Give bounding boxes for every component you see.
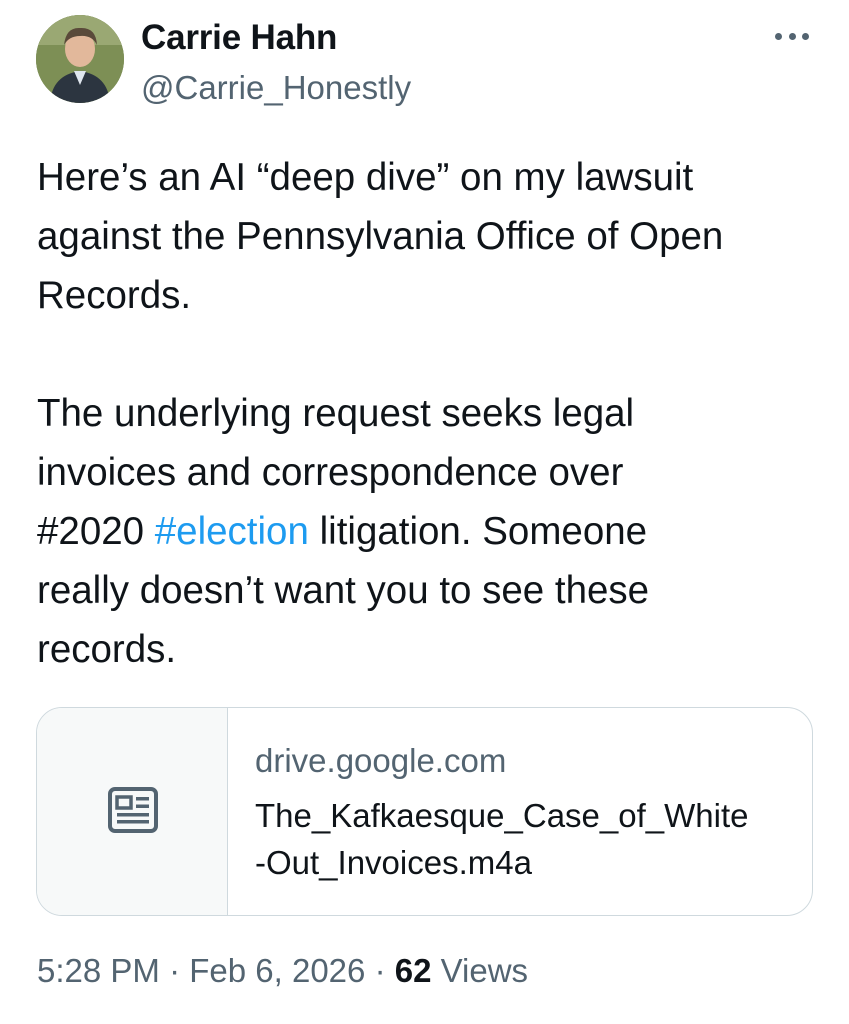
- tweet-line: against the Pennsylvania Office of Open: [37, 215, 724, 258]
- link-card[interactable]: drive.google.com The_Kafkaesque_Case_of_…: [36, 707, 813, 916]
- tweet-text: Here’s an AI “deep dive” on my lawsuit a…: [37, 148, 822, 679]
- tweet-line-text: litigation. Someone: [319, 510, 648, 553]
- article-icon: [108, 787, 158, 833]
- hashtag-election-link[interactable]: #election: [155, 510, 309, 553]
- link-card-thumbnail: [37, 708, 228, 915]
- tweet-line: invoices and correspondence over: [37, 451, 624, 494]
- display-name[interactable]: Carrie Hahn: [141, 18, 337, 58]
- avatar[interactable]: [36, 15, 124, 103]
- tweet-line: #2020 #election litigation. Someone: [37, 502, 822, 561]
- link-card-title-line: -Out_Invoices.m4a: [255, 844, 532, 881]
- tweet-meta: 5:28 PM · Feb 6, 2026 · 62 Views: [37, 952, 528, 990]
- views-label: Views: [440, 952, 529, 989]
- profile-photo-icon: [36, 15, 124, 103]
- tweet: Carrie Hahn @Carrie_Honestly Here’s an A…: [0, 0, 849, 1024]
- tweet-line: Here’s an AI “deep dive” on my lawsuit: [37, 156, 694, 199]
- link-card-title: The_Kafkaesque_Case_of_White -Out_Invoic…: [255, 792, 795, 886]
- tweet-time[interactable]: 5:28 PM: [37, 952, 160, 989]
- tweet-line: really doesn’t want you to see these: [37, 569, 650, 612]
- hashtag-2020: #2020: [37, 510, 145, 553]
- separator-dot: ·: [169, 952, 181, 989]
- link-card-title-line: The_Kafkaesque_Case_of_White: [255, 797, 749, 834]
- separator-dot: ·: [374, 952, 386, 989]
- link-card-domain: drive.google.com: [255, 742, 507, 779]
- tweet-line: Records.: [37, 274, 192, 317]
- views-count[interactable]: 62: [395, 952, 432, 989]
- tweet-date[interactable]: Feb 6, 2026: [189, 952, 365, 989]
- user-handle[interactable]: @Carrie_Honestly: [141, 69, 411, 107]
- more-horizontal-icon[interactable]: [775, 24, 809, 48]
- tweet-line: The underlying request seeks legal: [37, 392, 635, 435]
- tweet-line: records.: [37, 628, 177, 671]
